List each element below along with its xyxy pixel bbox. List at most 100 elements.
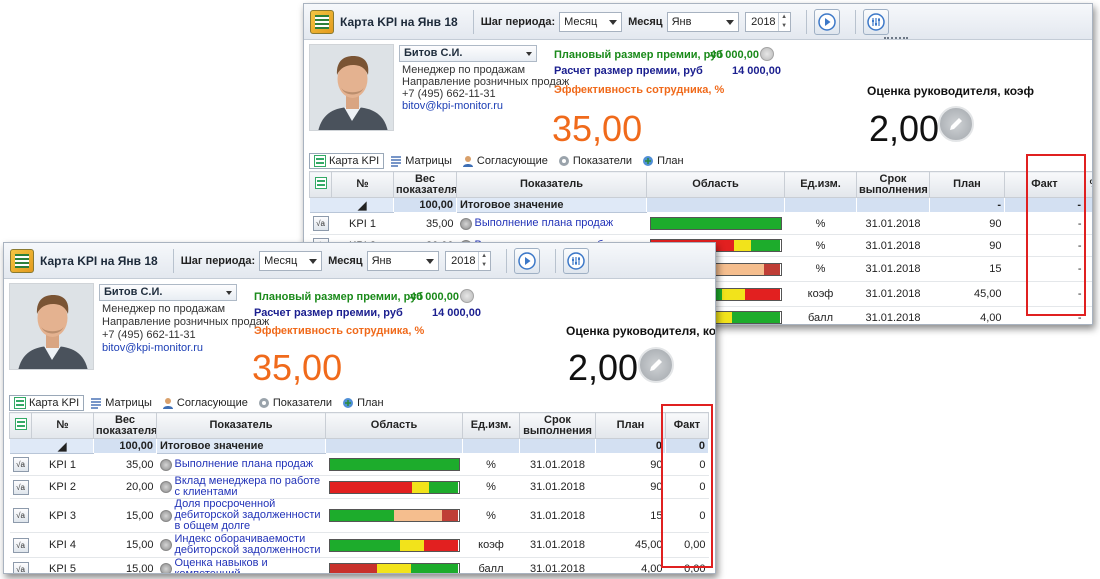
next-period-button[interactable]: [513, 247, 540, 274]
kpi-name-cell: Выполнение плана продаж: [156, 453, 326, 476]
manager-score-label: Оценка руководителя, коэф: [867, 84, 1035, 98]
tab-approvers[interactable]: Согласующие: [158, 396, 252, 410]
col-weight-header[interactable]: Вес показателя: [393, 171, 457, 198]
table-row[interactable]: √a KPI 1 35,00 Выполнение плана продаж% 31.0…: [309, 212, 1092, 235]
employee-select[interactable]: Битов С.И.: [99, 284, 237, 301]
total-unit: [462, 438, 520, 454]
tab-indicators[interactable]: Показатели: [254, 396, 336, 410]
row-action-cell: √a: [9, 557, 32, 573]
area-cell: [325, 475, 463, 499]
col-fact-header[interactable]: Факт: [665, 412, 709, 439]
settings-button[interactable]: [562, 247, 589, 274]
kpi-unit: %: [462, 475, 520, 499]
col-percent-header[interactable]: %: [1084, 171, 1092, 198]
tab-matrices[interactable]: Матрицы: [86, 396, 156, 410]
total-row[interactable]: ◢ 100,00 Итоговое значение 0 0: [9, 438, 709, 454]
toolbar: Карта KPI на Янв 18 Шаг периода: Месяц М…: [304, 4, 1092, 40]
kpi-link[interactable]: Выполнение плана продаж: [459, 217, 644, 230]
period-step-select[interactable]: Месяц: [259, 250, 323, 271]
area-band: [410, 563, 459, 573]
tab-kpi-card[interactable]: Карта KPI: [309, 153, 385, 169]
kpi-plan: 90: [595, 453, 666, 476]
coin-icon[interactable]: [760, 47, 774, 61]
employee-email[interactable]: bitov@kpi-monitor.ru: [102, 342, 203, 354]
formula-button[interactable]: √a: [12, 508, 29, 523]
tab-label: План: [657, 155, 684, 167]
year-spinner[interactable]: 2018 ▲ ▼: [744, 11, 791, 32]
col-area-header[interactable]: Область: [646, 171, 785, 198]
tab-label: Матрицы: [105, 397, 152, 409]
collapse-arrow-icon[interactable]: ◢: [31, 438, 94, 454]
kpi-due-date: 31.01.2018: [519, 498, 596, 533]
formula-button[interactable]: √a: [12, 457, 29, 472]
spin-arrows-icon[interactable]: ▲ ▼: [477, 251, 490, 270]
tab-plan[interactable]: План: [338, 396, 388, 410]
tab-plan[interactable]: План: [638, 154, 688, 168]
col-fact-header[interactable]: Факт: [1004, 171, 1085, 198]
tab-kpi-card[interactable]: Карта KPI: [9, 395, 85, 411]
employee-department: Направление розничных продаж: [402, 76, 570, 88]
collapse-arrow-icon[interactable]: ◢: [331, 197, 394, 213]
kpi-number: KPI 5: [31, 557, 94, 573]
kpi-link[interactable]: Оценка навыков и компетенций: [159, 557, 323, 574]
month-select[interactable]: Янв: [666, 11, 739, 32]
area-band: [750, 240, 781, 251]
kpi-link[interactable]: Вклад менеджера по работе с клиентами: [159, 476, 323, 498]
col-weight-header[interactable]: Вес показателя: [93, 412, 157, 439]
col-num-header[interactable]: №: [331, 171, 394, 198]
formula-button[interactable]: √a: [12, 561, 29, 573]
area-bar: [328, 562, 460, 573]
settings-button[interactable]: [862, 8, 889, 35]
row-action-cell: √a: [9, 532, 32, 558]
kpi-name: Оценка навыков и компетенций: [174, 557, 268, 574]
total-row[interactable]: ◢ 100,00 Итоговое значение - -: [309, 197, 1092, 213]
spin-arrows-icon[interactable]: ▲ ▼: [777, 12, 790, 31]
total-plan: 0: [595, 438, 666, 454]
tab-bar: Карта KPI Матрицы Согласующие Показатели…: [9, 394, 390, 412]
col-due-header[interactable]: Срок выполнения: [856, 171, 930, 198]
col-num-header[interactable]: №: [31, 412, 94, 439]
area-band: [733, 240, 751, 251]
kpi-link[interactable]: Выполнение плана продаж: [159, 458, 323, 471]
col-area-header[interactable]: Область: [325, 412, 463, 439]
tab-matrices[interactable]: Матрицы: [386, 154, 456, 168]
col-indicator-header[interactable]: Показатель: [156, 412, 326, 439]
splitter-handle[interactable]: [884, 37, 908, 41]
kpi-link[interactable]: Доля просроченной дебиторской задолженно…: [159, 498, 323, 532]
period-step-select[interactable]: Месяц: [559, 11, 623, 32]
coin-icon[interactable]: [460, 289, 474, 303]
formula-button[interactable]: √a: [12, 479, 29, 495]
col-unit-header[interactable]: Ед.изм.: [462, 412, 520, 439]
month-select[interactable]: Янв: [366, 250, 439, 271]
employee-select[interactable]: Битов С.И.: [399, 45, 537, 62]
col-unit-header[interactable]: Ед.изм.: [784, 171, 857, 198]
edit-score-button[interactable]: [638, 347, 674, 383]
col-plan-header[interactable]: План: [929, 171, 1005, 198]
kpi-link[interactable]: Индекс оборачиваемости дебиторской задол…: [159, 534, 323, 556]
kpi-name: Доля просроченной дебиторской задолженно…: [174, 498, 321, 532]
kpi-plan: 45,00: [595, 532, 666, 558]
col-plan-header[interactable]: План: [595, 412, 666, 439]
formula-button[interactable]: √a: [312, 216, 329, 231]
grid-corner[interactable]: [9, 412, 32, 439]
tab-approvers[interactable]: Согласующие: [458, 154, 552, 168]
edit-score-button[interactable]: [938, 106, 974, 142]
table-row[interactable]: √aKPI 315,00 Доля просроченной дебиторско…: [9, 498, 709, 533]
table-row[interactable]: √aKPI 415,00 Индекс оборачиваемости дебит…: [9, 532, 709, 558]
grid-corner[interactable]: [309, 171, 332, 198]
employee-email[interactable]: bitov@kpi-monitor.ru: [402, 100, 503, 112]
year-spinner[interactable]: 2018 ▲ ▼: [444, 250, 491, 271]
manager-score-value: 2,00: [869, 108, 940, 149]
kpi-unit: коэф: [462, 532, 520, 558]
formula-button[interactable]: √a: [12, 537, 29, 553]
kpi-unit: балл: [462, 557, 520, 573]
table-row[interactable]: √aKPI 515,00 Оценка навыков и компетенций…: [9, 557, 709, 574]
total-spacer: [309, 197, 332, 213]
table-row[interactable]: √a KPI 1 35,00 Выполнение плана продаж% 31.0…: [9, 453, 709, 476]
tab-label: Показатели: [272, 397, 333, 409]
table-row[interactable]: √a KPI 2 20,00 Вклад менеджера по работе с …: [9, 475, 709, 499]
tab-indicators[interactable]: Показатели: [554, 154, 636, 168]
col-due-header[interactable]: Срок выполнения: [519, 412, 596, 439]
next-period-button[interactable]: [813, 8, 840, 35]
col-indicator-header[interactable]: Показатель: [456, 171, 647, 198]
